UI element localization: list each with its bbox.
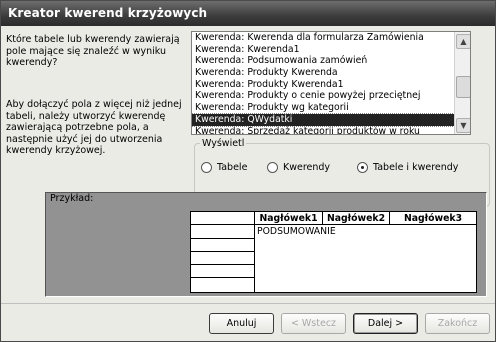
scrollbar-thumb[interactable] bbox=[456, 76, 470, 98]
list-item[interactable]: Kwerenda: Kwerenda1 bbox=[192, 44, 470, 56]
title-bar[interactable]: Kreator kwerend krzyżowych bbox=[1, 1, 495, 26]
radio-selected-icon[interactable] bbox=[357, 162, 368, 173]
grid-summary-cell: PODSUMOWANIE bbox=[257, 226, 336, 237]
radio-circle-icon[interactable] bbox=[201, 162, 212, 173]
back-button[interactable]: < Wstecz bbox=[281, 313, 346, 334]
instruction-note: Aby dołączyć pola z więcej niż jednej ta… bbox=[6, 99, 182, 157]
grid-corner-cell bbox=[191, 212, 255, 225]
instruction-line: następnie użyć jej do utworzenia bbox=[6, 133, 163, 145]
list-item[interactable]: Kwerenda: Kwerenda dla formularza Zamówi… bbox=[192, 32, 470, 44]
list-item[interactable]: Kwerenda: Produkty Kwerenda1 bbox=[192, 79, 470, 91]
list-item[interactable]: Kwerenda: Sprzedaż kategorii produktów w… bbox=[192, 126, 470, 135]
instruction-line: kwerendy? bbox=[6, 57, 58, 68]
radio-label[interactable]: Kwerendy bbox=[283, 162, 330, 173]
radio-label[interactable]: Tabele i kwerendy bbox=[373, 162, 458, 173]
instruction-question: Które tabele lub kwerendy zawierają pole… bbox=[6, 34, 180, 69]
grid-header-cell: Nagłówek1 bbox=[255, 212, 323, 225]
sample-grid: Nagłówek1 Nagłówek2 Nagłówek3 PODSUMOWAN… bbox=[190, 211, 477, 293]
finish-button[interactable]: Zakończ bbox=[425, 313, 490, 334]
scroll-up-icon[interactable]: ▲ bbox=[456, 34, 470, 49]
button-area-divider bbox=[1, 303, 495, 304]
grid-header-cell: Nagłówek3 bbox=[390, 212, 476, 225]
instruction-line: kwerendy krzyżowej. bbox=[6, 145, 106, 156]
instruction-line: Które tabele lub kwerendy zawierają bbox=[6, 34, 180, 45]
list-item-selected[interactable]: Kwerenda: QWydatki bbox=[192, 112, 470, 127]
instruction-line: Aby dołączyć pola z więcej niż jednej bbox=[6, 99, 182, 110]
radio-circle-icon[interactable] bbox=[267, 162, 278, 173]
crosstab-wizard-window: Kreator kwerend krzyżowych Które tabele … bbox=[0, 0, 496, 342]
instruction-line: tabeli, należy utworzyć kwerendę bbox=[6, 110, 166, 122]
list-item[interactable]: Kwerenda: Produkty o cenie powyżej przec… bbox=[192, 90, 470, 102]
cancel-button[interactable]: Anuluj bbox=[209, 313, 274, 334]
table-query-listbox[interactable]: Kwerenda: Kwerenda dla formularza Zamówi… bbox=[191, 31, 471, 135]
instruction-line: pole mające się znaleźć w wyniku bbox=[6, 45, 167, 57]
view-options-legend: Wyświetl bbox=[200, 138, 247, 149]
grid-row-divider bbox=[191, 238, 255, 239]
radio-label[interactable]: Tabele bbox=[217, 162, 247, 173]
scroll-down-icon[interactable]: ▼ bbox=[456, 118, 470, 133]
list-item[interactable]: Kwerenda: Produkty wg kategorii bbox=[192, 102, 470, 114]
window-title: Kreator kwerend krzyżowych bbox=[8, 6, 208, 20]
listbox-scrollbar[interactable]: ▲ ▼ bbox=[454, 32, 470, 134]
list-item[interactable]: Kwerenda: Produkty Kwerenda bbox=[192, 67, 470, 79]
grid-row-divider bbox=[191, 251, 255, 252]
instruction-line: zawierającą potrzebne pola, a bbox=[6, 122, 149, 133]
list-item[interactable]: Kwerenda: Podsumowania zamówień bbox=[192, 55, 470, 67]
grid-row-header-column bbox=[191, 225, 255, 292]
grid-row-divider bbox=[191, 264, 255, 265]
sample-label: Przykład: bbox=[50, 193, 94, 204]
next-button[interactable]: Dalej > bbox=[353, 313, 418, 334]
grid-header-cell: Nagłówek2 bbox=[323, 212, 390, 225]
grid-row-divider bbox=[191, 277, 255, 278]
